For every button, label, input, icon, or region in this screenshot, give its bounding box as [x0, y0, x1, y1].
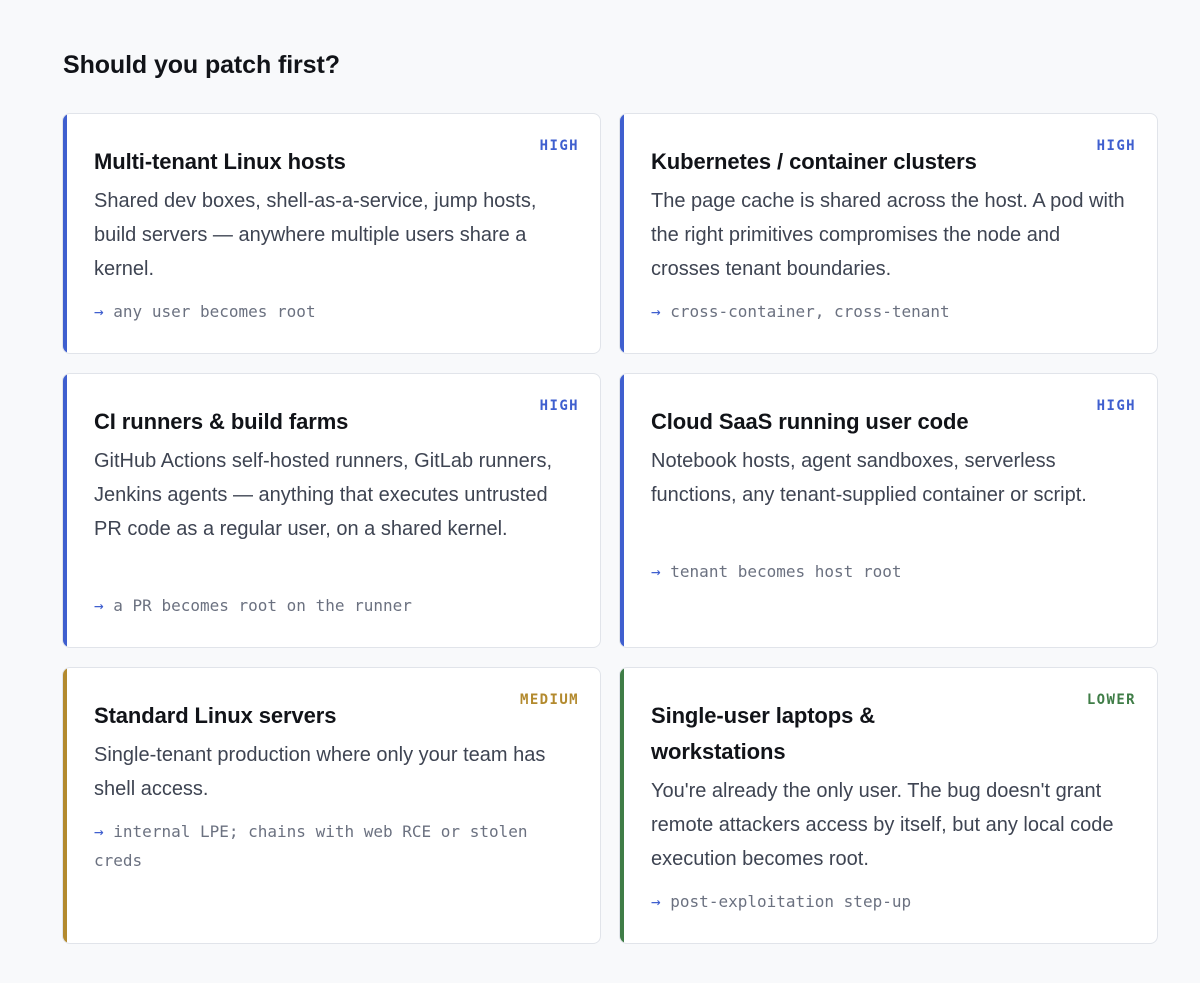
card-description: Shared dev boxes, shell-as-a-service, ju… [94, 190, 537, 280]
card-title: Single-user laptops & workstations [651, 703, 876, 764]
card-impact: → any user becomes root [94, 297, 564, 326]
card-impact: → cross-container, cross-tenant [651, 297, 1121, 326]
severity-bar [63, 374, 67, 647]
card-impact: → a PR becomes root on the runner [94, 591, 564, 620]
impact-text: tenant becomes host root [670, 562, 902, 581]
card-description: GitHub Actions self-hosted runners, GitL… [94, 450, 553, 540]
arrow-right-icon: → [94, 596, 104, 615]
card-description: The page cache is shared across the host… [651, 190, 1125, 280]
severity-bar [63, 668, 67, 943]
card-title: CI runners & build farms [94, 409, 349, 434]
severity-bar [620, 668, 624, 943]
page-title: Should you patch first? [63, 51, 340, 79]
arrow-right-icon: → [651, 302, 661, 321]
severity-bar [620, 114, 624, 353]
arrow-right-icon: → [651, 892, 661, 911]
severity-badge: HIGH [539, 138, 579, 154]
impact-text: a PR becomes root on the runner [113, 596, 412, 615]
risk-card-cloud-saas: HIGH Cloud SaaS running user code Notebo… [619, 373, 1158, 648]
card-impact: → tenant becomes host root [651, 557, 1121, 586]
card-description: Notebook hosts, agent sandboxes, serverl… [651, 450, 1087, 506]
card-title: Multi-tenant Linux hosts [94, 149, 346, 174]
arrow-right-icon: → [651, 562, 661, 581]
impact-text: any user becomes root [113, 302, 316, 321]
arrow-right-icon: → [94, 302, 104, 321]
severity-badge: LOWER [1086, 692, 1136, 708]
severity-badge: HIGH [539, 398, 579, 414]
severity-badge: HIGH [1096, 398, 1136, 414]
severity-badge: HIGH [1096, 138, 1136, 154]
severity-bar [63, 114, 67, 353]
severity-badge: MEDIUM [520, 692, 579, 708]
card-title: Kubernetes / container clusters [651, 149, 977, 174]
risk-card-multi-tenant-linux: HIGH Multi-tenant Linux hosts Shared dev… [62, 113, 601, 354]
risk-card-standard-linux: MEDIUM Standard Linux servers Single-ten… [62, 667, 601, 944]
impact-text: post-exploitation step-up [670, 892, 912, 911]
card-description: You're already the only user. The bug do… [651, 780, 1114, 870]
risk-card-ci-runners: HIGH CI runners & build farms GitHub Act… [62, 373, 601, 648]
card-title: Cloud SaaS running user code [651, 409, 969, 434]
risk-card-single-user-laptops: LOWER Single-user laptops & workstations… [619, 667, 1158, 944]
severity-bar [620, 374, 624, 647]
card-impact: → internal LPE; chains with web RCE or s… [94, 817, 564, 875]
impact-text: cross-container, cross-tenant [670, 302, 950, 321]
card-title: Standard Linux servers [94, 703, 337, 728]
risk-card-kubernetes: HIGH Kubernetes / container clusters The… [619, 113, 1158, 354]
card-description: Single-tenant production where only your… [94, 744, 546, 800]
arrow-right-icon: → [94, 822, 104, 841]
impact-text: internal LPE; chains with web RCE or sto… [94, 822, 528, 870]
card-impact: → post-exploitation step-up [651, 887, 1121, 916]
